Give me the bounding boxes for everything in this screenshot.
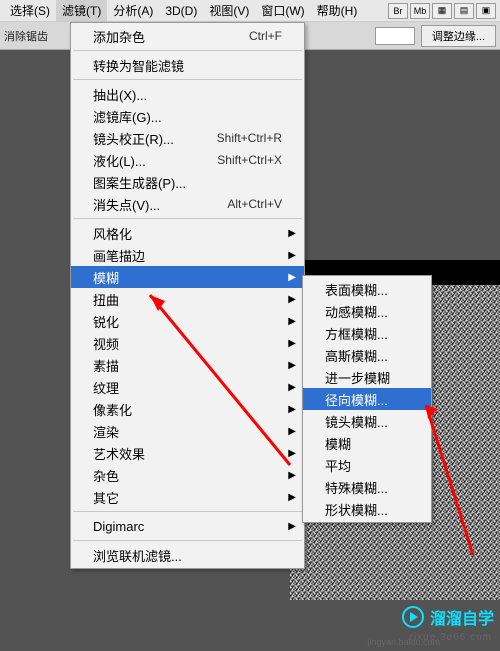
- menu-analyze[interactable]: 分析(A): [107, 0, 159, 21]
- submenu-blur[interactable]: 模糊: [303, 432, 431, 454]
- menu-item-artistic[interactable]: 艺术效果▶: [71, 442, 304, 464]
- option-field[interactable]: [375, 27, 415, 45]
- menu-item-other[interactable]: 其它▶: [71, 486, 304, 508]
- menu-item-add-noise[interactable]: 添加杂色 Ctrl+F: [71, 25, 304, 47]
- submenu-arrow-icon: ▶: [288, 404, 296, 415]
- menu-separator: [73, 218, 302, 219]
- menu-item-pixelate[interactable]: 像素化▶: [71, 398, 304, 420]
- menu-view[interactable]: 视图(V): [203, 0, 255, 21]
- watermark-source: jingyan.baidu.com: [367, 637, 440, 647]
- watermark: 溜溜自学: [402, 605, 494, 629]
- layout-icon-3[interactable]: ▣: [476, 3, 496, 19]
- submenu-special-blur[interactable]: 特殊模糊...: [303, 476, 431, 498]
- menu-window[interactable]: 窗口(W): [255, 0, 310, 21]
- menu-item-distort[interactable]: 扭曲▶: [71, 288, 304, 310]
- menu-item-sketch[interactable]: 素描▶: [71, 354, 304, 376]
- menubar: 选择(S) 滤镜(T) 分析(A) 3D(D) 视图(V) 窗口(W) 帮助(H…: [0, 0, 500, 22]
- menu-item-liquify[interactable]: 液化(L)...Shift+Ctrl+X: [71, 149, 304, 171]
- menu-item-texture[interactable]: 纹理▶: [71, 376, 304, 398]
- menu-separator: [73, 540, 302, 541]
- menu-separator: [73, 50, 302, 51]
- menu-item-blur[interactable]: 模糊▶: [71, 266, 304, 288]
- bridge-icon[interactable]: Br: [388, 3, 408, 19]
- submenu-arrow-icon: ▶: [288, 521, 296, 532]
- layout-icon-1[interactable]: ▦: [432, 3, 452, 19]
- menu-item-digimarc[interactable]: Digimarc▶: [71, 515, 304, 537]
- menu-help[interactable]: 帮助(H): [311, 0, 364, 21]
- menu-item-video[interactable]: 视频▶: [71, 332, 304, 354]
- menu-item-lens-correction[interactable]: 镜头校正(R)...Shift+Ctrl+R: [71, 127, 304, 149]
- menu-item-extract[interactable]: 抽出(X)...: [71, 83, 304, 105]
- menu-3d[interactable]: 3D(D): [159, 2, 203, 20]
- submenu-gaussian-blur[interactable]: 高斯模糊...: [303, 344, 431, 366]
- submenu-box-blur[interactable]: 方框模糊...: [303, 322, 431, 344]
- menu-item-stylize[interactable]: 风格化▶: [71, 222, 304, 244]
- submenu-arrow-icon: ▶: [288, 228, 296, 239]
- menu-item-filter-gallery[interactable]: 滤镜库(G)...: [71, 105, 304, 127]
- menu-item-convert-smart[interactable]: 转换为智能滤镜: [71, 54, 304, 76]
- submenu-motion-blur[interactable]: 动感模糊...: [303, 300, 431, 322]
- mb-icon[interactable]: Mb: [410, 3, 430, 19]
- layout-icon-2[interactable]: ▤: [454, 3, 474, 19]
- menu-item-browse-online[interactable]: 浏览联机滤镜...: [71, 544, 304, 566]
- submenu-arrow-icon: ▶: [288, 492, 296, 503]
- submenu-shape-blur[interactable]: 形状模糊...: [303, 498, 431, 520]
- submenu-arrow-icon: ▶: [288, 426, 296, 437]
- submenu-arrow-icon: ▶: [288, 338, 296, 349]
- submenu-average[interactable]: 平均: [303, 454, 431, 476]
- submenu-arrow-icon: ▶: [288, 470, 296, 481]
- submenu-radial-blur[interactable]: 径向模糊...: [303, 388, 431, 410]
- antialias-label: 消除锯齿: [4, 28, 48, 44]
- menu-item-brush-strokes[interactable]: 画笔描边▶: [71, 244, 304, 266]
- menu-item-sharpen[interactable]: 锐化▶: [71, 310, 304, 332]
- menu-item-vanishing-point[interactable]: 消失点(V)...Alt+Ctrl+V: [71, 193, 304, 215]
- refine-edge-button[interactable]: 调整边缘...: [421, 25, 496, 47]
- menu-item-pattern-maker[interactable]: 图案生成器(P)...: [71, 171, 304, 193]
- blur-submenu: 表面模糊... 动感模糊... 方框模糊... 高斯模糊... 进一步模糊 径向…: [302, 275, 432, 523]
- filter-menu: 添加杂色 Ctrl+F 转换为智能滤镜 抽出(X)... 滤镜库(G)... 镜…: [70, 22, 305, 569]
- menu-item-noise[interactable]: 杂色▶: [71, 464, 304, 486]
- menubar-icons: Br Mb ▦ ▤ ▣: [388, 3, 500, 19]
- submenu-arrow-icon: ▶: [288, 448, 296, 459]
- submenu-arrow-icon: ▶: [288, 272, 296, 283]
- submenu-blur-more[interactable]: 进一步模糊: [303, 366, 431, 388]
- menu-filter[interactable]: 滤镜(T): [56, 0, 107, 21]
- menu-select[interactable]: 选择(S): [4, 0, 56, 21]
- submenu-arrow-icon: ▶: [288, 250, 296, 261]
- submenu-surface-blur[interactable]: 表面模糊...: [303, 278, 431, 300]
- submenu-arrow-icon: ▶: [288, 294, 296, 305]
- submenu-arrow-icon: ▶: [288, 382, 296, 393]
- menu-separator: [73, 511, 302, 512]
- submenu-arrow-icon: ▶: [288, 316, 296, 327]
- play-icon: [402, 606, 424, 628]
- submenu-arrow-icon: ▶: [288, 360, 296, 371]
- menu-separator: [73, 79, 302, 80]
- menu-item-render[interactable]: 渲染▶: [71, 420, 304, 442]
- watermark-text: 溜溜自学: [430, 605, 494, 629]
- submenu-lens-blur[interactable]: 镜头模糊...: [303, 410, 431, 432]
